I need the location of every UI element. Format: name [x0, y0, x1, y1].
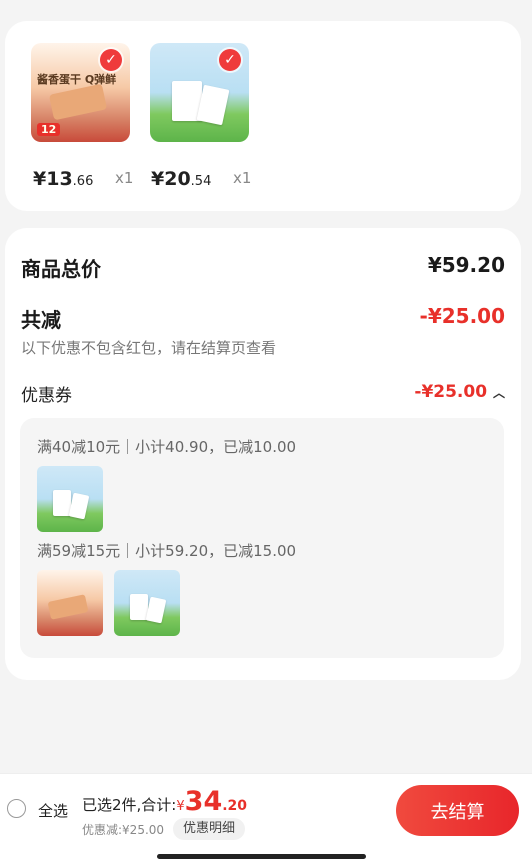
chevron-up-icon: ︿: [492, 386, 505, 400]
coupon-group-title: 满40减10元｜小计40.90，已减10.00: [37, 438, 297, 456]
total-value: ¥59.20: [427, 253, 505, 277]
coupon-item-thumb-milk: [114, 570, 180, 636]
milk-pack-illustration: [130, 594, 148, 620]
select-all-label[interactable]: 全选: [38, 800, 68, 821]
selected-count-text: 已选2件,合计:: [82, 796, 177, 814]
reduce-value: -¥25.00: [419, 304, 505, 328]
checkout-button[interactable]: 去结算: [396, 785, 519, 836]
product-qty: x1: [115, 169, 134, 187]
milk-pack-illustration: [145, 596, 167, 624]
product-price: ¥13.66: [33, 168, 93, 190]
product-image-label: 酱香蛋干 Q弹鲜: [37, 73, 117, 86]
tofu-illustration: [48, 83, 108, 121]
coupon-value: -¥25.00: [414, 382, 488, 402]
cart-products-card: 酱香蛋干 Q弹鲜 12 ✓ ✓ ¥13.66 x1 ¥20.54 x1: [5, 21, 521, 211]
total-integer: 34: [184, 786, 223, 817]
discount-note: 以下优惠不包含红包，请在结算页查看: [21, 339, 277, 357]
product-qty: x1: [233, 169, 252, 187]
product-price: ¥20.54: [151, 168, 211, 190]
coupon-toggle[interactable]: -¥25.00 ︿: [414, 382, 505, 402]
coupon-item-thumb-milk: [37, 466, 103, 532]
price-summary-card: 商品总价 ¥59.20 共减 -¥25.00 以下优惠不包含红包，请在结算页查看…: [5, 228, 521, 680]
product-image-badge: 12: [37, 123, 61, 136]
product-image-egg-tofu[interactable]: 酱香蛋干 Q弹鲜 12 ✓: [31, 43, 130, 142]
home-indicator: [157, 854, 366, 859]
total-decimal: .20: [222, 798, 248, 814]
coupon-item-thumb-egg-tofu: [37, 570, 103, 636]
checkout-bar: 全选 已选2件,合计:¥34.20 优惠减:¥25.00 优惠明细 去结算: [0, 773, 532, 862]
milk-pack-illustration: [53, 490, 71, 516]
coupon-label: 优惠券: [21, 386, 72, 406]
coupon-group-title: 满59减15元｜小计59.20，已减15.00: [37, 542, 297, 560]
reduce-label: 共减: [21, 308, 61, 332]
price-decimal: .66: [72, 174, 94, 189]
discount-summary: 优惠减:¥25.00: [82, 823, 165, 837]
currency-symbol: ¥: [176, 799, 185, 814]
selected-check-icon[interactable]: ✓: [100, 49, 122, 71]
coupon-detail-box: 满40减10元｜小计40.90，已减10.00 满59减15元｜小计59.20，…: [20, 418, 504, 658]
discount-detail-button[interactable]: 优惠明细: [173, 818, 245, 840]
total-summary: 已选2件,合计:¥34.20: [82, 786, 247, 817]
milk-pack-illustration: [68, 492, 90, 520]
tofu-illustration: [47, 594, 89, 620]
selected-check-icon[interactable]: ✓: [219, 49, 241, 71]
product-image-milk[interactable]: ✓: [150, 43, 249, 142]
price-integer: ¥13: [33, 168, 73, 190]
total-label: 商品总价: [21, 257, 101, 281]
price-decimal: .54: [190, 174, 212, 189]
select-all-radio[interactable]: [7, 799, 26, 818]
price-integer: ¥20: [151, 168, 191, 190]
